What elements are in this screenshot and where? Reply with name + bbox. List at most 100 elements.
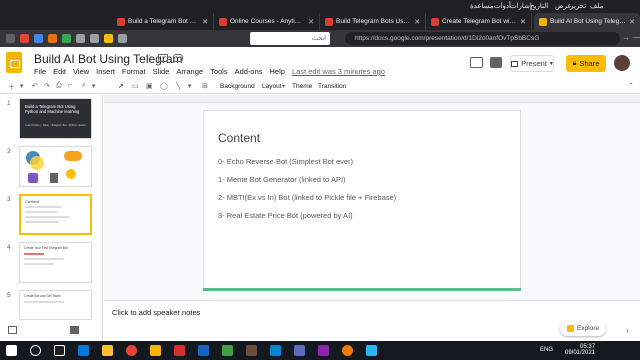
shape-icon[interactable]: ◯	[160, 82, 168, 90]
app-icon[interactable]	[150, 345, 161, 356]
menu-file[interactable]: File	[34, 67, 46, 77]
move-folder-icon[interactable]	[158, 54, 168, 62]
url-input[interactable]: https://docs.google.com/presentation/d/1…	[345, 32, 620, 45]
layout-button[interactable]: Layout	[262, 83, 282, 90]
app-icon[interactable]	[294, 345, 305, 356]
textbox-icon[interactable]: ▭	[132, 82, 139, 90]
os-menu-bookmarks[interactable]: إشارات	[510, 2, 532, 10]
slide-thumbnail-2[interactable]	[19, 146, 92, 187]
new-slide-icon[interactable]: ＋	[8, 82, 15, 92]
system-clock[interactable]: 05:37 09/01/2021	[565, 344, 595, 356]
os-menu-help[interactable]: مساعدة	[470, 2, 494, 10]
file-explorer-icon[interactable]	[102, 345, 113, 356]
menu-insert[interactable]: Insert	[96, 67, 115, 77]
chevron-right-icon[interactable]: ›	[626, 326, 629, 335]
forward-arrow-icon[interactable]: →	[622, 33, 630, 42]
os-menu-edit[interactable]: تحرير	[570, 2, 586, 10]
bullet-item[interactable]: 3- Real Estate Price Bot (powered by AI)	[218, 211, 353, 220]
close-icon[interactable]: ✕	[414, 18, 420, 26]
chevron-down-icon[interactable]: ▾	[188, 82, 192, 90]
print-icon[interactable]: ⎙	[56, 82, 62, 90]
chevron-down-icon[interactable]: ▾	[20, 82, 24, 90]
menu-format[interactable]: Format	[122, 67, 146, 77]
os-menu-file[interactable]: ملف	[590, 2, 603, 10]
slide-thumbnail-5[interactable]: Create Bot and Get Token	[19, 290, 92, 320]
app-icon[interactable]	[222, 345, 233, 356]
chevron-down-icon[interactable]: ▾	[550, 60, 553, 67]
extension-icon[interactable]	[118, 34, 127, 43]
redo-icon[interactable]: ↷	[44, 82, 50, 90]
comment-add-icon[interactable]: ⊞	[202, 82, 208, 90]
extension-icon[interactable]	[76, 34, 85, 43]
menu-tools[interactable]: Tools	[210, 67, 228, 77]
grid-view-icon[interactable]	[8, 326, 17, 334]
browser-tab[interactable]: Build a Telegram Bot Using Py ✕	[112, 13, 214, 30]
extension-icon[interactable]	[104, 34, 113, 43]
extension-icon[interactable]	[62, 34, 71, 43]
slide-thumbnail-4[interactable]: Create Your First Telegram Bot	[19, 242, 92, 283]
menu-help[interactable]: Help	[270, 67, 285, 77]
meet-icon[interactable]	[490, 57, 502, 68]
speaker-notes-pane[interactable]	[104, 300, 640, 341]
close-icon[interactable]: ✕	[629, 18, 635, 26]
windows-start-icon[interactable]	[6, 345, 17, 356]
chevron-up-icon[interactable]: ⌃	[628, 82, 634, 90]
app-icon[interactable]	[270, 345, 281, 356]
extension-icon[interactable]	[20, 34, 29, 43]
app-icon[interactable]	[198, 345, 209, 356]
os-menu-history[interactable]: التاريخ	[530, 2, 548, 10]
present-button[interactable]: Present ▾	[510, 55, 554, 72]
close-icon[interactable]: ✕	[308, 18, 314, 26]
telegram-icon[interactable]	[366, 345, 377, 356]
app-icon[interactable]	[246, 345, 257, 356]
menu-view[interactable]: View	[73, 67, 89, 77]
undo-icon[interactable]: ↶	[32, 82, 38, 90]
search-icon[interactable]	[30, 345, 41, 356]
firefox-icon[interactable]	[342, 345, 353, 356]
star-icon[interactable]: ☆	[145, 53, 154, 64]
slide-thumbnail-3-selected[interactable]: Content	[19, 194, 92, 235]
menu-addons[interactable]: Add-ons	[235, 67, 263, 77]
slide-title[interactable]: Content	[218, 131, 260, 145]
app-icon[interactable]	[174, 345, 185, 356]
slide-thumbnail-1[interactable]: Build a Telegram Bot Using Python and Ma…	[19, 98, 92, 139]
select-cursor-icon[interactable]: ➚	[118, 82, 124, 90]
filmstrip-view-icon[interactable]	[70, 326, 79, 334]
slides-logo-icon[interactable]	[6, 52, 22, 73]
search-input[interactable]: ابحث	[250, 32, 330, 45]
last-edit-link[interactable]: Last edit was 3 minutes ago	[292, 67, 385, 77]
bullet-item[interactable]: 0- Echo Reverse Bot (Simplest Bot ever)	[218, 157, 353, 166]
avatar[interactable]	[614, 55, 630, 71]
explore-button[interactable]: Explore	[560, 321, 606, 336]
browser-tab-active[interactable]: Build AI Bot Using Telegram - ✕	[534, 13, 640, 30]
edge-icon[interactable]	[78, 345, 89, 356]
menu-edit[interactable]: Edit	[53, 67, 66, 77]
metamask-icon[interactable]	[48, 34, 57, 43]
back-arrow-icon[interactable]: ⟶	[632, 33, 640, 42]
chevron-down-icon[interactable]: ▾	[92, 82, 96, 90]
language-indicator[interactable]: ENG	[540, 347, 553, 353]
extension-icon[interactable]	[34, 34, 43, 43]
os-menu-view[interactable]: عرض	[555, 2, 572, 10]
os-menu-tools[interactable]: أدوات	[494, 2, 511, 10]
speaker-notes-placeholder[interactable]: Click to add speaker notes	[112, 308, 200, 317]
bullet-item[interactable]: 2- MBTI(Ex vs In) Bot (linked to Pickle …	[218, 193, 396, 202]
line-icon[interactable]: ╲	[176, 82, 180, 90]
image-icon[interactable]: ▣	[146, 82, 153, 90]
browser-tab[interactable]: Build Telegram Bots Using Py ✕	[320, 13, 426, 30]
menu-icon[interactable]	[6, 34, 15, 43]
share-button[interactable]: 🔒︎ Share	[566, 55, 606, 72]
browser-tab[interactable]: Online Courses - Anytime, An ✕	[214, 13, 320, 30]
paint-format-icon[interactable]: ⌐	[68, 82, 72, 89]
transition-button[interactable]: Transition	[318, 83, 346, 90]
bullet-item[interactable]: 1- Meme Bot Generator (linked to API)	[218, 175, 346, 184]
close-icon[interactable]: ✕	[202, 18, 208, 26]
chevron-down-icon[interactable]: ▾	[282, 83, 285, 90]
close-icon[interactable]: ✕	[520, 18, 526, 26]
task-view-icon[interactable]	[54, 345, 65, 356]
zoom-icon[interactable]: ⌕	[82, 82, 86, 90]
background-button[interactable]: Background	[220, 83, 255, 90]
extension-icon[interactable]	[90, 34, 99, 43]
menu-slide[interactable]: Slide	[153, 67, 170, 77]
theme-button[interactable]: Theme	[292, 83, 312, 90]
